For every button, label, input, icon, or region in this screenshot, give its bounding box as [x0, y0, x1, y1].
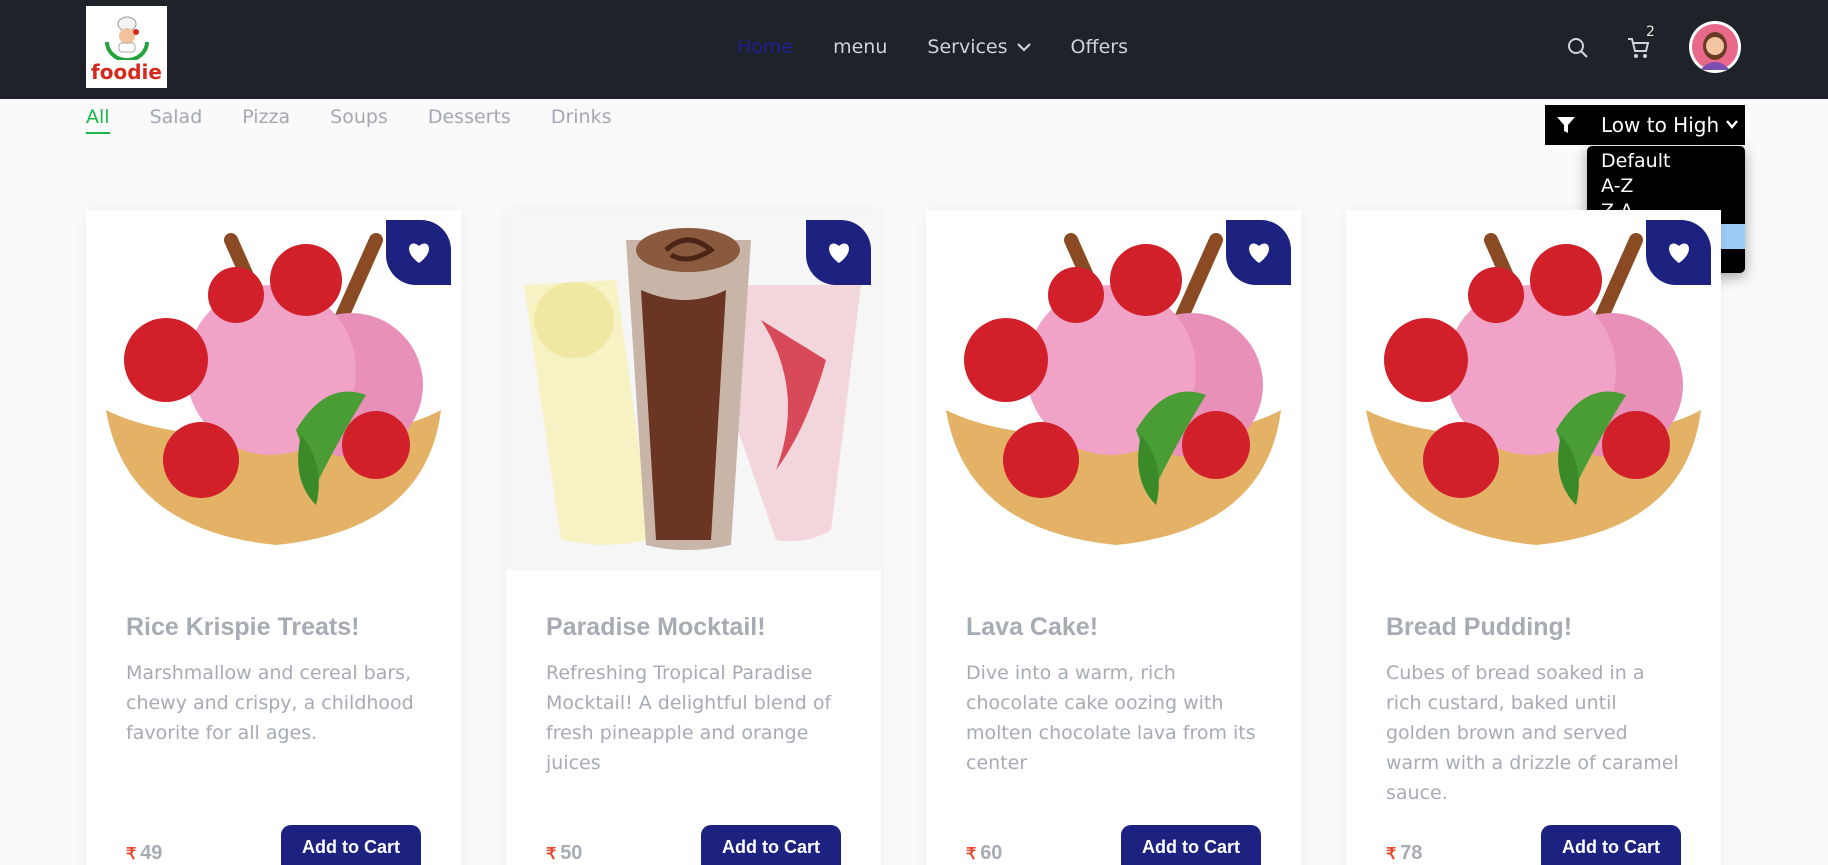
add-to-cart-button[interactable]: Add to Cart [1541, 825, 1681, 865]
tab-all[interactable]: All [86, 106, 110, 134]
filter-button[interactable] [1545, 105, 1586, 145]
product-description: Refreshing Tropical Paradise Mocktail! A… [546, 662, 832, 774]
price-value: 49 [140, 842, 163, 864]
price-value: 78 [1400, 842, 1423, 864]
product-image [506, 210, 881, 570]
nav-services[interactable]: Services [927, 36, 1031, 58]
add-to-cart-button[interactable]: Add to Cart [1121, 825, 1261, 865]
brand-name: foodie [91, 60, 162, 84]
brand-logo[interactable]: foodie [86, 6, 167, 88]
nav-links: Home menu Services Offers [737, 36, 1168, 58]
product-card: Bread Pudding! Cubes of bread soaked in … [1346, 210, 1721, 865]
category-tabs: All Salad Pizza Soups Desserts Drinks [86, 106, 652, 134]
sort-selected-value: Low to High [1601, 113, 1720, 137]
user-avatar-icon [1692, 24, 1738, 70]
product-image [86, 210, 461, 570]
favorite-button[interactable] [1226, 220, 1291, 285]
heart-icon [408, 243, 429, 263]
sort-option-a-z[interactable]: A-Z [1587, 174, 1745, 199]
rupee-symbol: ₹ [546, 846, 557, 863]
product-title: Bread Pudding! [1386, 613, 1573, 641]
nav-services-label: Services [927, 36, 1008, 58]
nav-offers[interactable]: Offers [1071, 36, 1128, 58]
rupee-symbol: ₹ [126, 846, 137, 863]
favorite-button[interactable] [1646, 220, 1711, 285]
product-title: Rice Krispie Treats! [126, 613, 360, 641]
product-description: Dive into a warm, rich chocolate cake oo… [966, 662, 1256, 774]
tab-soups[interactable]: Soups [330, 106, 388, 134]
product-description: Marshmallow and cereal bars, chewy and c… [126, 662, 414, 744]
product-card: Lava Cake! Dive into a warm, rich chocol… [926, 210, 1301, 865]
price-value: 50 [560, 842, 583, 864]
product-price: ₹50 [546, 842, 582, 865]
favorite-button[interactable] [386, 220, 451, 285]
tab-desserts[interactable]: Desserts [428, 106, 511, 134]
tab-salad[interactable]: Salad [150, 106, 203, 134]
rupee-symbol: ₹ [1386, 846, 1397, 863]
rupee-symbol: ₹ [966, 846, 977, 863]
chef-icon [104, 16, 149, 60]
price-value: 60 [980, 842, 1003, 864]
product-card: Paradise Mocktail! Refreshing Tropical P… [506, 210, 881, 865]
add-to-cart-button[interactable]: Add to Cart [701, 825, 841, 865]
product-price: ₹49 [126, 842, 162, 865]
product-price: ₹60 [966, 842, 1002, 865]
favorite-button[interactable] [806, 220, 871, 285]
cart-count-badge: 2 [1646, 24, 1655, 40]
product-price: ₹78 [1386, 842, 1422, 865]
product-image [926, 210, 1301, 570]
navbar: foodie Home menu Services Offers 2 [0, 0, 1828, 99]
chevron-down-icon [1726, 120, 1738, 129]
product-card: Rice Krispie Treats! Marshmallow and cer… [86, 210, 461, 865]
search-icon[interactable] [1567, 37, 1589, 59]
heart-icon [828, 243, 849, 263]
filter-icon [1556, 117, 1575, 133]
nav-home[interactable]: Home [737, 36, 793, 58]
sort-option-default[interactable]: Default [1587, 149, 1745, 174]
nav-menu[interactable]: menu [833, 36, 887, 58]
tab-drinks[interactable]: Drinks [551, 106, 612, 134]
product-description: Cubes of bread soaked in a rich custard,… [1386, 662, 1679, 804]
heart-icon [1248, 243, 1269, 263]
heart-icon [1668, 243, 1689, 263]
sort-select[interactable]: Low to High [1586, 105, 1745, 145]
tab-pizza[interactable]: Pizza [242, 106, 290, 134]
add-to-cart-button[interactable]: Add to Cart [281, 825, 421, 865]
product-title: Lava Cake! [966, 613, 1099, 641]
product-title: Paradise Mocktail! [546, 613, 766, 641]
chevron-down-icon [1016, 43, 1031, 52]
product-image [1346, 210, 1721, 570]
user-avatar[interactable] [1689, 21, 1741, 73]
